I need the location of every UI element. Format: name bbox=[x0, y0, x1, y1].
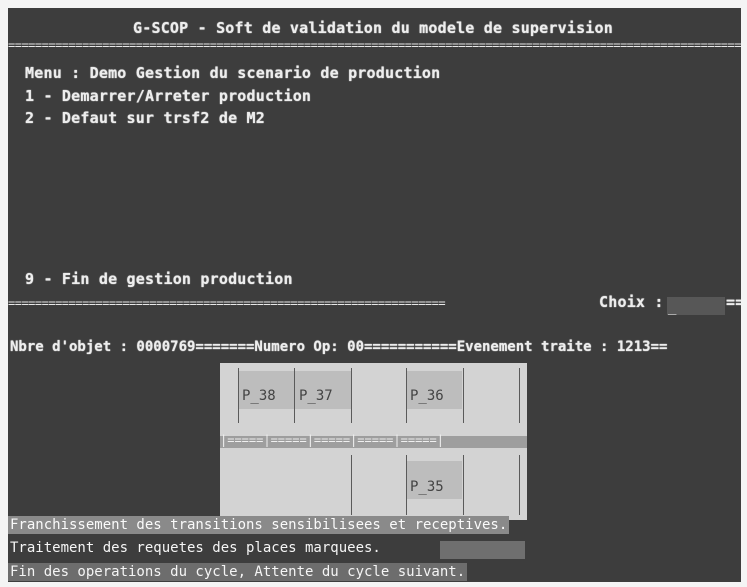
place-label-p35: P_35 bbox=[410, 479, 444, 495]
column-divider bbox=[406, 368, 407, 423]
status-highlight bbox=[440, 541, 525, 559]
conveyor-segments: |=====|=====|=====|=====|=====| bbox=[220, 433, 444, 447]
column-divider bbox=[406, 455, 407, 515]
prompt-tail: == bbox=[726, 293, 741, 311]
terminal-screen: G-SCOP - Soft de validation du modele de… bbox=[8, 8, 741, 582]
place-label-p36: P_36 bbox=[410, 388, 444, 404]
status-line-end-cycle: Fin des operations du cycle, Attente du … bbox=[8, 563, 468, 581]
column-divider bbox=[351, 455, 352, 515]
column-divider bbox=[463, 455, 464, 515]
column-divider bbox=[238, 368, 239, 423]
menu-heading: Menu : Demo Gestion du scenario de produ… bbox=[25, 64, 441, 82]
column-divider bbox=[351, 368, 352, 423]
column-divider bbox=[519, 368, 520, 423]
menu-item-fault-trsf2[interactable]: 2 - Defaut sur trsf2 de M2 bbox=[25, 109, 265, 127]
place-label-p38: P_38 bbox=[242, 388, 276, 404]
title-separator: ========================================… bbox=[8, 41, 741, 49]
status-line-transitions: Franchissement des transitions sensibili… bbox=[8, 516, 510, 534]
column-divider bbox=[463, 368, 464, 423]
production-layout-panel: P_38 P_37 P_36 P_35 |=====|=====|=====|=… bbox=[220, 363, 527, 520]
column-divider bbox=[294, 368, 295, 423]
choice-cursor: _ bbox=[668, 299, 677, 315]
status-line-requests: Traitement des requetes des places marqu… bbox=[10, 540, 381, 556]
place-label-p37: P_37 bbox=[299, 388, 333, 404]
choice-label: Choix : bbox=[599, 293, 664, 311]
info-status-line: Nbre d'objet : 0000769=======Numero Op: … bbox=[10, 339, 668, 355]
prompt-separator: ========================================… bbox=[8, 298, 446, 308]
window-title: G-SCOP - Soft de validation du modele de… bbox=[133, 19, 613, 37]
menu-item-start-stop[interactable]: 1 - Demarrer/Arreter production bbox=[25, 87, 311, 105]
column-divider bbox=[519, 455, 520, 515]
menu-item-end-production[interactable]: 9 - Fin de gestion production bbox=[25, 270, 293, 288]
